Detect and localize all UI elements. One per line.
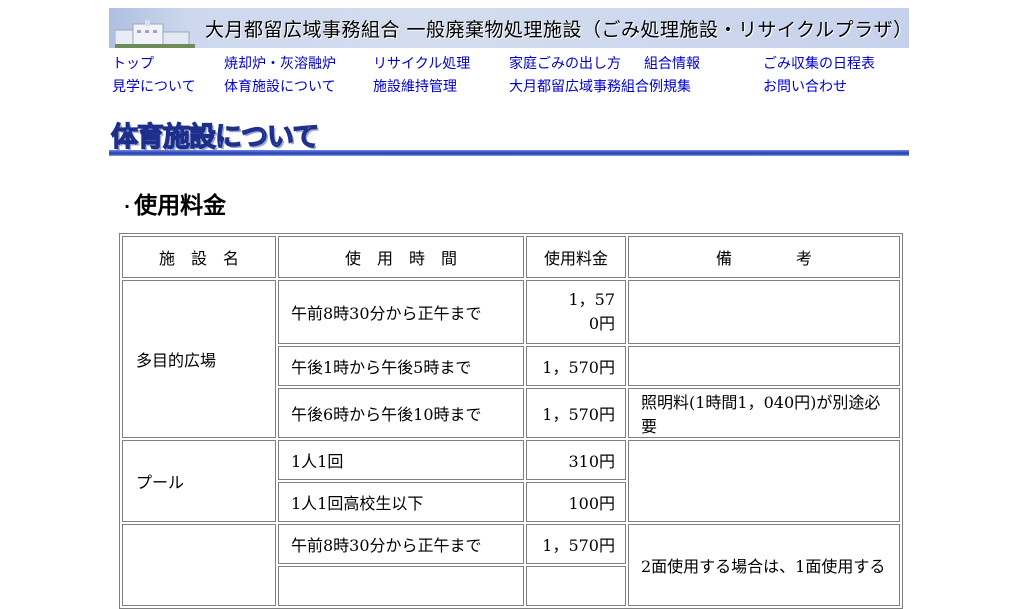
note-cell: [628, 440, 900, 522]
time-cell: 午前8時30分から正午まで: [278, 524, 524, 564]
header-notes: 備 考: [628, 236, 900, 278]
time-cell: 1人1回高校生以下: [278, 482, 524, 522]
header-fee: 使用料金: [526, 236, 626, 278]
section-heading: · 使用料金: [124, 186, 226, 220]
table-row: 午前8時30分から正午まで 1，570円 2面使用する場合は、1面使用する: [122, 524, 900, 606]
note-cell: 照明料(1時間1，040円)が別途必要: [628, 388, 900, 438]
note-cell: [628, 346, 900, 386]
banner-title: 大月都留広域事務組合 一般廃棄物処理施設（ごみ処理施設・リサイクルプラザ）: [205, 19, 909, 41]
fee-value: 1，570円: [568, 290, 615, 333]
facility-building-icon: [115, 20, 195, 48]
nav-link-maintenance[interactable]: 施設維持管理: [373, 76, 457, 96]
note-cell: [628, 280, 900, 344]
fee-cell: [526, 566, 626, 606]
section-title: 使用料金: [134, 193, 227, 219]
nav-link-recycling[interactable]: リサイクル処理: [373, 53, 470, 73]
table-row: プール 1人1回 310円: [122, 440, 900, 522]
nav-link-top[interactable]: トップ: [112, 53, 154, 73]
time-cell: 午後6時から午後10時まで: [278, 388, 524, 438]
nav-link-regulations[interactable]: 大月都留広域事務組合例規集: [509, 76, 691, 96]
fee-cell: 1，570円: [526, 524, 626, 564]
heading-divider: [109, 150, 909, 156]
fee-table: 施 設 名 使 用 時 間 使用料金 備 考 多目的広場 午前8時30分から正午…: [119, 233, 903, 609]
nav-link-tours[interactable]: 見学について: [112, 76, 196, 96]
fee-cell: 100円: [526, 482, 626, 522]
nav-link-sports-facilities[interactable]: 体育施設について: [224, 76, 336, 96]
bullet-dot: ·: [124, 197, 131, 216]
time-cell: 午前8時30分から正午まで: [278, 280, 524, 344]
nav-link-association-info[interactable]: 組合情報: [644, 53, 700, 73]
facility-name: プール: [122, 440, 276, 522]
note-cell: 2面使用する場合は、1面使用する: [628, 524, 900, 606]
nav-link-contact[interactable]: お問い合わせ: [763, 76, 847, 96]
nav-link-incinerator[interactable]: 焼却炉・灰溶融炉: [224, 53, 336, 73]
header-time: 使 用 時 間: [278, 236, 524, 278]
nav-link-collection-schedule[interactable]: ごみ収集の日程表: [763, 53, 875, 73]
time-cell: 1人1回: [278, 440, 524, 480]
nav-link-household-garbage[interactable]: 家庭ごみの出し方: [509, 53, 621, 73]
facility-name: [122, 524, 276, 606]
fee-cell: 1，570円: [526, 388, 626, 438]
fee-cell: 1，570円: [526, 346, 626, 386]
table-header-row: 施 設 名 使 用 時 間 使用料金 備 考: [122, 236, 900, 278]
page-title: 体育施設について: [110, 121, 319, 153]
fee-cell: 1，570円: [526, 280, 626, 344]
header-banner: 大月都留広域事務組合 一般廃棄物処理施設（ごみ処理施設・リサイクルプラザ）: [109, 8, 909, 48]
time-cell: 午後1時から午後5時まで: [278, 346, 524, 386]
facility-name: 多目的広場: [122, 280, 276, 438]
table-row: 多目的広場 午前8時30分から正午まで 1，570円: [122, 280, 900, 438]
time-cell: [278, 566, 524, 606]
fee-cell: 310円: [526, 440, 626, 480]
header-facility: 施 設 名: [122, 236, 276, 278]
